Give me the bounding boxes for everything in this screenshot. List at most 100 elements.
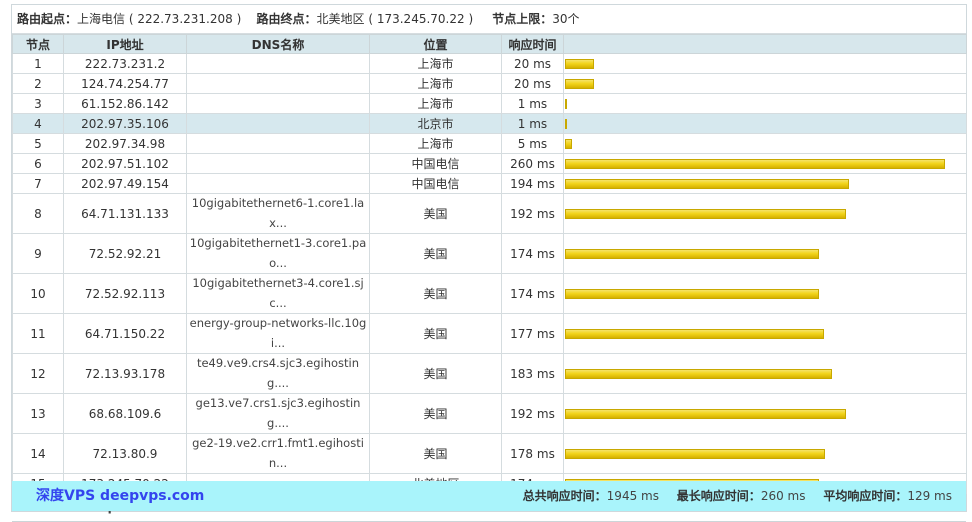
response-bar-cell <box>563 133 967 154</box>
ip-cell: 61.152.86.142 <box>63 93 187 114</box>
location-cell: 美国 <box>369 273 502 314</box>
response-bar <box>565 248 819 259</box>
ip-cell: 72.52.92.113 <box>63 273 187 314</box>
table-row: 9 72.52.92.21 10gigabitethernet1-3.core1.p… <box>12 233 967 274</box>
response-bar-cell <box>563 233 967 274</box>
response-bar-cell <box>563 173 967 194</box>
dns-cell: te49.ve9.crs4.sjc3.egihosting.... <box>186 353 370 394</box>
location-cell: 美国 <box>369 353 502 394</box>
location-cell: 上海市 <box>369 73 502 94</box>
route-summary: 路由起点：上海电信 ( 222.73.231.208 ) 路由终点：北美地区 (… <box>12 5 966 34</box>
table-row: 3 61.152.86.142 上海市 1 ms <box>12 93 967 114</box>
table-row: 5 202.97.34.98 上海市 5 ms <box>12 133 967 154</box>
dns-cell: energy-group-networks-llc.10gi... <box>186 313 370 354</box>
response-bar <box>565 208 846 219</box>
avg-time-label: 平均响应时间： <box>823 489 908 503</box>
location-cell: 中国电信 <box>369 153 502 174</box>
hop-cell: 3 <box>12 93 64 114</box>
response-bar-cell <box>563 153 967 174</box>
route-start-label: 路由起点： <box>17 12 78 26</box>
ip-cell: 202.97.49.154 <box>63 173 187 194</box>
hops-table: 节点 IP地址 DNS名称 位置 响应时间 1 222.73.231.2 上海市 20… <box>12 34 967 494</box>
col-bar-header <box>563 34 967 54</box>
location-cell: 美国 <box>369 193 502 234</box>
dns-cell: 10gigabitethernet3-4.core1.sjc... <box>186 273 370 314</box>
table-row: 14 72.13.80.9 ge2-19.ve2.crr1.fmt1.egihost… <box>12 433 967 474</box>
hop-cell: 7 <box>12 173 64 194</box>
ip-cell: 72.52.92.21 <box>63 233 187 274</box>
dns-cell: ge13.ve7.crs1.sjc3.egihosting.... <box>186 393 370 434</box>
time-cell: 260 ms <box>501 153 564 174</box>
response-bar <box>565 448 825 459</box>
time-cell: 177 ms <box>501 313 564 354</box>
response-bar <box>565 288 819 299</box>
table-row: 6 202.97.51.102 中国电信 260 ms <box>12 153 967 174</box>
ip-cell: 202.97.35.106 <box>63 113 187 134</box>
max-time-value: 260 ms <box>760 489 806 503</box>
response-bar <box>565 118 567 129</box>
location-cell: 美国 <box>369 393 502 434</box>
ip-cell: 72.13.80.9 <box>63 433 187 474</box>
response-bar-cell <box>563 113 967 134</box>
location-cell: 美国 <box>369 313 502 354</box>
response-bar-cell <box>563 193 967 234</box>
hop-cell: 1 <box>12 53 64 74</box>
table-row: 13 68.68.109.6 ge13.ve7.crs1.sjc3.egihosti… <box>12 393 967 434</box>
response-bar <box>565 328 824 339</box>
ip-cell: 64.71.131.133 <box>63 193 187 234</box>
col-time-header: 响应时间 <box>501 34 564 54</box>
hop-cell: 11 <box>12 313 64 354</box>
hop-cell: 12 <box>12 353 64 394</box>
hop-limit-label: 节点上限： <box>492 12 553 26</box>
hop-cell: 9 <box>12 233 64 274</box>
time-cell: 192 ms <box>501 193 564 234</box>
dns-cell <box>186 133 370 154</box>
ip-cell: 222.73.231.2 <box>63 53 187 74</box>
time-cell: 174 ms <box>501 233 564 274</box>
route-end-label: 路由终点： <box>256 12 317 26</box>
hop-cell: 13 <box>12 393 64 434</box>
response-bar <box>565 58 594 69</box>
hop-cell: 8 <box>12 193 64 234</box>
total-time-value: 1945 ms <box>606 489 659 503</box>
total-time-label: 总共响应时间： <box>522 489 607 503</box>
dns-cell <box>186 93 370 114</box>
table-header-row: 节点 IP地址 DNS名称 位置 响应时间 <box>12 34 967 54</box>
response-bar-cell <box>563 353 967 394</box>
ip-cell: 202.97.34.98 <box>63 133 187 154</box>
max-time-label: 最长响应时间： <box>676 489 761 503</box>
table-row: 1 222.73.231.2 上海市 20 ms <box>12 53 967 74</box>
route-start-value: 上海电信 ( 222.73.231.208 ) <box>77 12 242 26</box>
time-cell: 194 ms <box>501 173 564 194</box>
ip-cell: 72.13.93.178 <box>63 353 187 394</box>
dns-cell <box>186 153 370 174</box>
table-row: 12 72.13.93.178 te49.ve9.crs4.sjc3.egihost… <box>12 353 967 394</box>
col-location-header: 位置 <box>369 34 502 54</box>
dns-cell: 10gigabitethernet1-3.core1.pao... <box>186 233 370 274</box>
ip-cell: 68.68.109.6 <box>63 393 187 434</box>
response-bar-cell <box>563 393 967 434</box>
hop-cell: 14 <box>12 433 64 474</box>
dns-cell: 10gigabitethernet6-1.core1.lax... <box>186 193 370 234</box>
response-bar <box>565 368 832 379</box>
time-cell: 174 ms <box>501 273 564 314</box>
time-cell: 20 ms <box>501 73 564 94</box>
location-cell: 美国 <box>369 233 502 274</box>
table-row: 10 72.52.92.113 10gigabitethernet3-4.core1… <box>12 273 967 314</box>
hop-cell: 2 <box>12 73 64 94</box>
ip-cell: 124.74.254.77 <box>63 73 187 94</box>
ip-cell: 64.71.150.22 <box>63 313 187 354</box>
dns-cell <box>186 73 370 94</box>
response-bar-cell <box>563 433 967 474</box>
table-row: 2 124.74.254.77 上海市 20 ms <box>12 73 967 94</box>
table-row: 8 64.71.131.133 10gigabitethernet6-1.core1… <box>12 193 967 234</box>
response-bar <box>565 138 572 149</box>
hop-cell: 5 <box>12 133 64 154</box>
table-row: 11 64.71.150.22 energy-group-networks-llc.… <box>12 313 967 354</box>
response-bar <box>565 408 846 419</box>
brand-link[interactable]: 深度VPS deepvps.com <box>36 481 204 511</box>
location-cell: 美国 <box>369 433 502 474</box>
time-cell: 5 ms <box>501 133 564 154</box>
dns-cell: ge2-19.ve2.crr1.fmt1.egihostin... <box>186 433 370 474</box>
response-bar <box>565 158 945 169</box>
